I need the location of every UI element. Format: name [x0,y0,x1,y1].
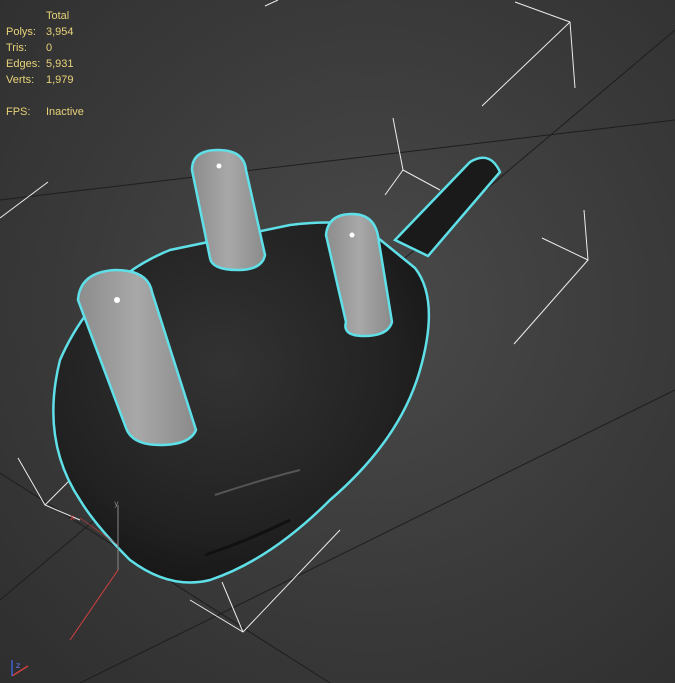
scene-canvas[interactable]: y x z [0,0,675,683]
fps-label: FPS: [6,106,31,118]
polys-label: Polys: [6,26,36,38]
gizmo-y-label: y [114,499,119,508]
plug-cord [392,156,502,258]
viewport-statistics: Total Polys: 3,954 Tris: 0 Edges: 5,931 Ver… [6,8,86,120]
tris-label: Tris: [6,42,27,54]
3d-viewport[interactable]: y x z Total Polys: 3,954 Tris: 0 Edges: 5,9… [0,0,675,683]
verts-value: 1,979 [46,74,74,86]
pin-highlight-icon [114,297,120,303]
pin-highlight-icon [216,163,222,169]
edges-label: Edges: [6,58,41,70]
gizmo-x-label: x [70,513,75,522]
stats-header: Total [46,10,70,22]
fps-value: Inactive [46,106,84,118]
tris-value: 0 [46,42,53,54]
world-axis-tripod: z [11,660,29,677]
verts-label: Verts: [6,74,35,86]
axis-z-label: z [16,661,20,670]
polys-value: 3,954 [46,26,74,38]
pin-highlight-icon [349,232,355,238]
edges-value: 5,931 [46,58,74,70]
